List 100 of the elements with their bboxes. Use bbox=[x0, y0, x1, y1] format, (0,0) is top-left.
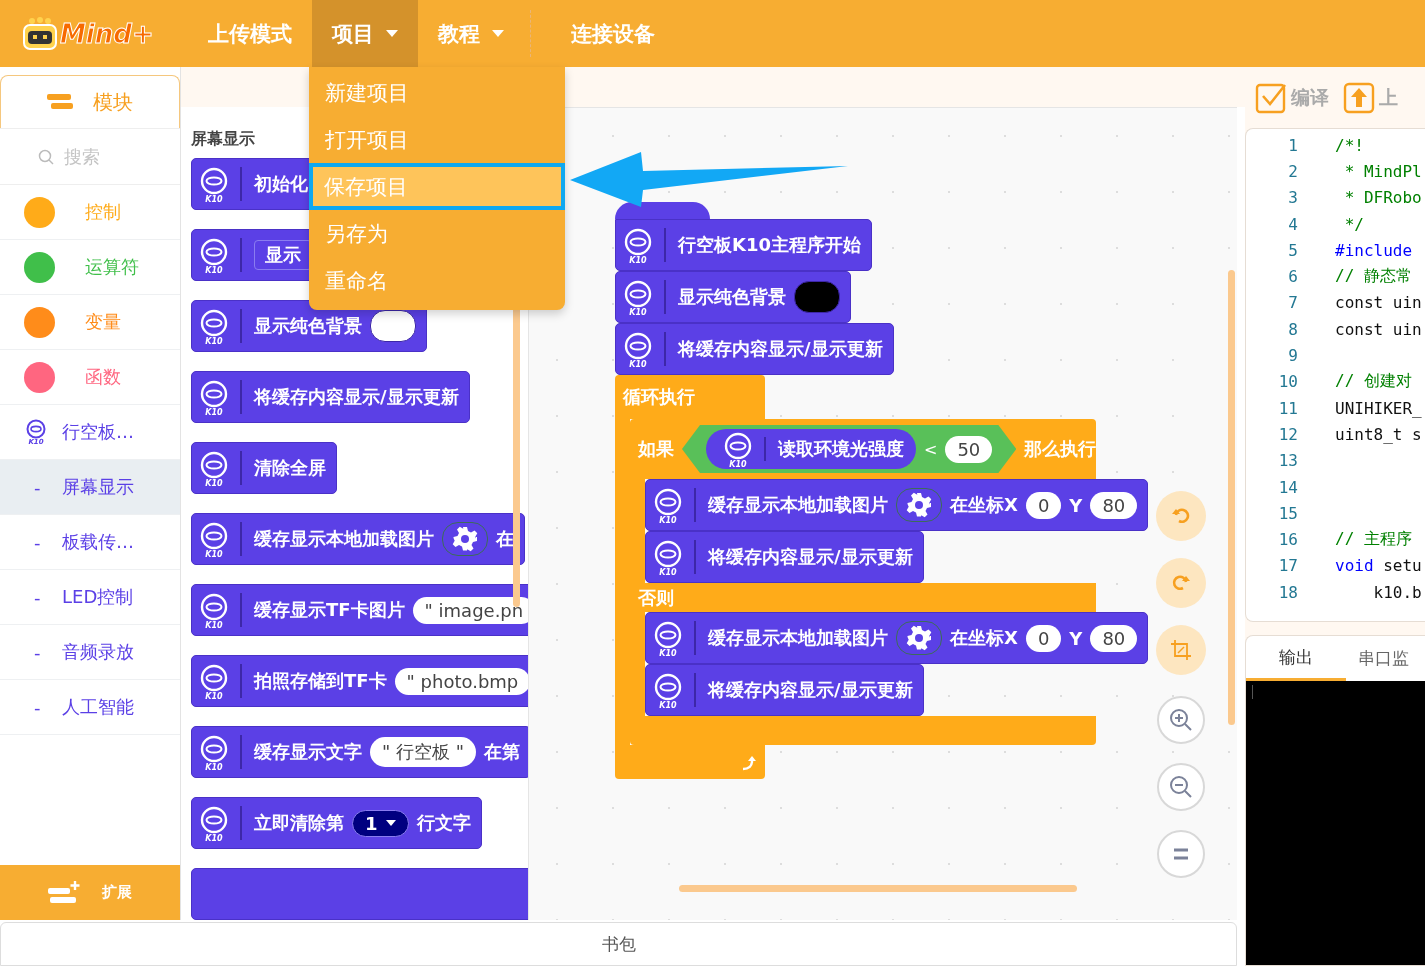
gear-icon bbox=[906, 492, 932, 518]
block-label: 那么执行 bbox=[1024, 437, 1097, 461]
hat-block[interactable]: K10 行空板K10主程序开始 bbox=[615, 219, 872, 271]
redo-button[interactable] bbox=[1156, 558, 1206, 608]
icon-label: K10 bbox=[205, 478, 223, 488]
block-label: 缓存显示本地加载图片 bbox=[708, 493, 888, 517]
code-block[interactable]: K10 将缓存内容显示/显示更新 bbox=[615, 323, 894, 375]
scrollbar[interactable] bbox=[679, 885, 1077, 892]
robot-logo-icon bbox=[22, 16, 58, 51]
value-field[interactable]: " 行空板 " bbox=[370, 737, 476, 767]
value-field[interactable]: " photo.bmp bbox=[394, 667, 528, 695]
code-block[interactable]: K10 将缓存内容显示/显示更新 bbox=[191, 371, 470, 423]
line-number: 9 bbox=[1287, 346, 1298, 365]
code-block[interactable]: K10 显示纯色背景 bbox=[615, 271, 851, 323]
color-swatch[interactable] bbox=[370, 310, 416, 342]
code-block[interactable]: K10 拍照存储到TF卡 " photo.bmp bbox=[191, 655, 528, 707]
block-label: 在坐标X bbox=[950, 493, 1018, 517]
icon-label: K10 bbox=[629, 359, 647, 369]
code-editor[interactable]: 1 /*! 2 * MindPl 3 * DFRobo 4 */ 5 #include 6 // 静态常 7 const uin 8 const uin 9 10 // 创建对 11 UNIHIKER_ 12 uint8_t s 13 14 15 16 // 主程序 17 void setu 18 k10.b bbox=[1245, 128, 1425, 622]
icon-label: K10 bbox=[205, 691, 223, 701]
icon-label: K10 bbox=[205, 194, 223, 204]
board-icon bbox=[624, 227, 652, 256]
crop-button[interactable] bbox=[1156, 625, 1206, 675]
code-block[interactable]: K10 立即清除第 1 行文字 bbox=[191, 797, 482, 849]
palette-heading: 屏幕显示 bbox=[191, 129, 255, 149]
block-label: 显示纯色背景 bbox=[678, 285, 786, 309]
image-field[interactable] bbox=[896, 488, 942, 522]
code-line: // 主程序 bbox=[1335, 529, 1412, 551]
block-label: 行空板K10主程序开始 bbox=[678, 233, 861, 257]
value-field[interactable]: 80 bbox=[1090, 624, 1138, 652]
code-line: // 静态常 bbox=[1335, 266, 1412, 288]
icon-label: K10 bbox=[629, 255, 647, 265]
blocks-icon bbox=[47, 93, 73, 111]
code-block[interactable]: K10 清除全屏 bbox=[191, 442, 337, 494]
board-icon bbox=[624, 279, 652, 308]
value-field[interactable]: 0 bbox=[1025, 491, 1062, 519]
gear-icon bbox=[906, 625, 932, 651]
redo-icon bbox=[1171, 573, 1191, 593]
block-label: 在坐标X bbox=[950, 626, 1018, 650]
code-block[interactable]: K10 缓存显示本地加载图片 在坐标X 0 Y 80 bbox=[645, 479, 1149, 531]
code-block[interactable]: K10 缓存显示TF卡图片 " image.pn bbox=[191, 584, 528, 636]
block-label: Y bbox=[1069, 494, 1083, 516]
block-label: 缓存显示本地加载图片 bbox=[254, 527, 434, 551]
reset-zoom-button[interactable] bbox=[1157, 830, 1205, 878]
color-swatch[interactable] bbox=[794, 281, 840, 313]
undo-icon bbox=[1171, 506, 1191, 526]
panel-tab[interactable]: 串口监 bbox=[1346, 636, 1421, 681]
code-block[interactable]: K10 缓存显示本地加载图片 在 bbox=[191, 513, 525, 565]
code-block[interactable]: K10 缓存显示本地加载图片 在坐标X 0 Y 80 bbox=[645, 612, 1149, 664]
category-item[interactable]: - 人工智能 bbox=[0, 680, 180, 735]
icon-label: K10 bbox=[205, 407, 223, 417]
scrollbar[interactable] bbox=[1228, 270, 1235, 725]
image-field[interactable] bbox=[896, 621, 942, 655]
board-icon bbox=[654, 672, 682, 701]
zoom-out-button[interactable] bbox=[1157, 763, 1205, 811]
undo-button[interactable] bbox=[1156, 491, 1206, 541]
icon-label: K10 bbox=[205, 762, 223, 772]
block-label: 循环执行 bbox=[623, 385, 695, 409]
board-icon bbox=[200, 237, 228, 266]
backpack-bar[interactable]: 书包 bbox=[0, 922, 1237, 966]
icon-label: K10 bbox=[205, 265, 223, 275]
if-block[interactable]: 如果 K10 读取环境光强度 < 50 那么执行 bbox=[630, 419, 1096, 479]
value-field[interactable]: " image.pn bbox=[412, 596, 528, 624]
code-block[interactable]: K10 显示纯色背景 bbox=[191, 300, 427, 352]
icon-label: K10 bbox=[659, 648, 677, 658]
zoom-in-button[interactable] bbox=[1157, 696, 1205, 744]
category-item[interactable]: - 音频录放 bbox=[0, 625, 180, 680]
code-line: /*! bbox=[1335, 135, 1364, 155]
category-item[interactable]: - 屏幕显示 bbox=[0, 460, 180, 515]
category-item[interactable]: - 板载传… bbox=[0, 515, 180, 570]
dropdown-field[interactable]: 1 bbox=[352, 809, 409, 837]
line-number: 10 bbox=[1277, 372, 1298, 392]
code-line: k10.b bbox=[1372, 582, 1422, 602]
board-icon bbox=[200, 592, 228, 621]
reporter-block[interactable]: K10 读取环境光强度 bbox=[706, 429, 916, 469]
board-icon bbox=[624, 331, 652, 360]
value-field[interactable]: 50 bbox=[945, 435, 993, 463]
image-field[interactable] bbox=[442, 522, 488, 556]
category-item[interactable]: - LED控制 bbox=[0, 570, 180, 625]
block-label: 将缓存内容显示/显示更新 bbox=[254, 385, 459, 409]
operator-label: < bbox=[924, 439, 938, 459]
block-label: 将缓存内容显示/显示更新 bbox=[678, 337, 883, 361]
code-block[interactable]: K10 将缓存内容显示/显示更新 bbox=[645, 664, 924, 716]
code-line: const uin bbox=[1335, 319, 1422, 339]
board-icon bbox=[200, 521, 228, 550]
block-label: 行文字 bbox=[416, 811, 471, 835]
line-number: 13 bbox=[1277, 451, 1298, 471]
line-number: 4 bbox=[1287, 214, 1298, 234]
code-block[interactable]: K10 将缓存内容显示/显示更新 bbox=[645, 531, 924, 583]
value-field[interactable]: 80 bbox=[1090, 491, 1138, 519]
code-line: */ bbox=[1343, 214, 1364, 234]
code-block[interactable]: K10 缓存显示文字 " 行空板 " 在第 bbox=[191, 726, 528, 778]
block-label: 在第 bbox=[484, 740, 520, 764]
code-line: const uin bbox=[1335, 293, 1422, 313]
block-label: 初始化 bbox=[254, 172, 308, 196]
condition-block[interactable]: K10 读取环境光强度 < 50 bbox=[682, 425, 1017, 473]
value-field[interactable]: 0 bbox=[1025, 624, 1062, 652]
board-icon bbox=[200, 308, 228, 337]
block-label: 缓存显示文字 bbox=[254, 740, 362, 764]
hat-block-top[interactable] bbox=[615, 202, 710, 219]
